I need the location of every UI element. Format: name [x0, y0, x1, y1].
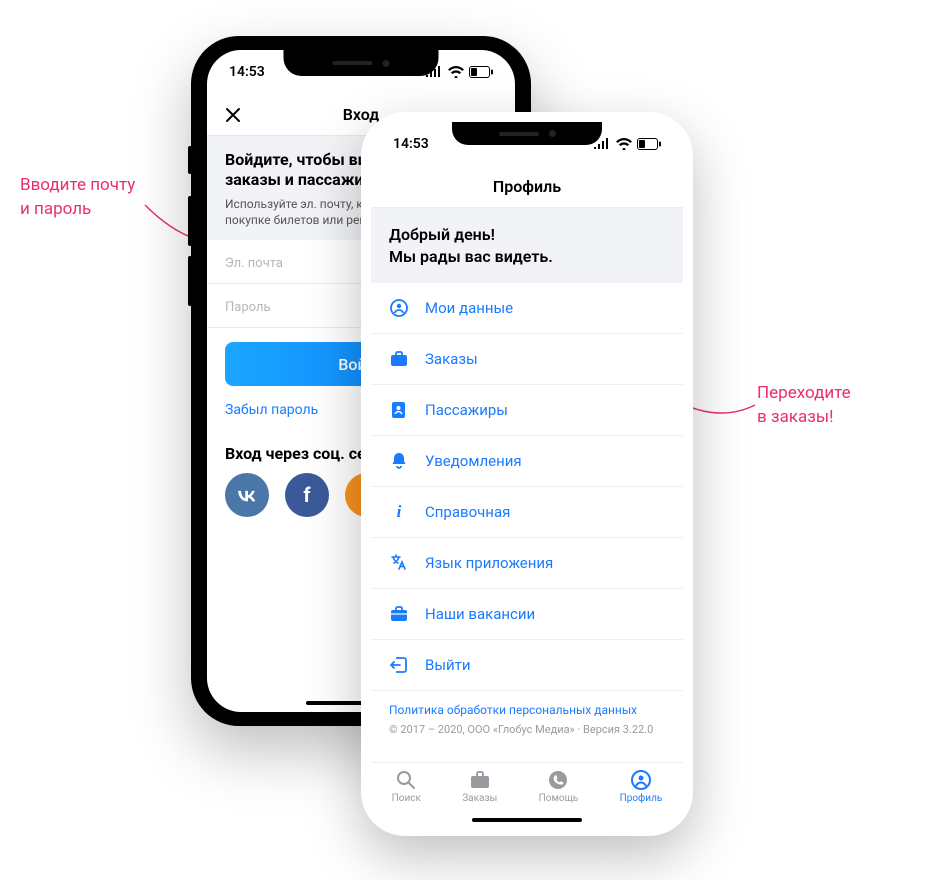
close-icon[interactable]	[225, 107, 241, 123]
tab-label: Помощь	[539, 793, 579, 804]
menu-item-my-data[interactable]: Мои данные	[371, 283, 683, 334]
user-circle-icon	[630, 769, 652, 791]
menu-item-jobs[interactable]: Наши вакансии	[371, 589, 683, 640]
menu-item-label: Язык приложения	[425, 554, 553, 572]
menu-item-label: Пассажиры	[425, 401, 508, 419]
tab-help[interactable]: Помощь	[539, 769, 579, 804]
menu-item-label: Справочная	[425, 503, 510, 521]
status-time: 14:53	[229, 64, 265, 80]
menu-item-label: Наши вакансии	[425, 605, 535, 623]
tab-label: Заказы	[462, 793, 497, 804]
status-time: 14:53	[393, 136, 429, 152]
forgot-password-link[interactable]: Забыл пароль	[225, 402, 318, 418]
tab-label: Профиль	[620, 793, 663, 804]
menu-item-label: Уведомления	[425, 452, 522, 470]
profile-navbar: Профиль	[371, 166, 683, 208]
greeting-line: Добрый день!	[389, 224, 665, 246]
menu-item-logout[interactable]: Выйти	[371, 640, 683, 691]
tab-bar: Поиск Заказы Помощь Профиль	[371, 762, 683, 826]
language-icon	[389, 553, 409, 573]
copyright-text: © 2017 – 2020, ООО «Глобус Медиа» · Верс…	[371, 721, 683, 744]
briefcase-icon	[389, 349, 409, 369]
callout-line: Вводите почту	[20, 174, 135, 198]
phone-side-button	[188, 146, 192, 174]
phone-notch	[452, 122, 602, 145]
home-indicator	[472, 818, 582, 822]
wifi-icon	[448, 66, 464, 78]
tab-search[interactable]: Поиск	[392, 769, 421, 804]
phone-profile: 14:53 Профиль Добрый день! Мы рады вас в…	[361, 112, 693, 836]
logout-icon	[389, 655, 409, 675]
login-title: Вход	[343, 105, 380, 124]
facebook-login-button[interactable]: f	[285, 473, 329, 517]
briefcase-icon	[469, 769, 491, 791]
menu-item-orders[interactable]: Заказы	[371, 334, 683, 385]
callout-line: и пароль	[20, 198, 135, 222]
search-icon	[395, 769, 417, 791]
menu-item-help[interactable]: i Справочная	[371, 487, 683, 538]
tab-orders[interactable]: Заказы	[462, 769, 497, 804]
callout-line: в заказы!	[757, 406, 851, 430]
phone-icon	[547, 769, 569, 791]
vk-login-button[interactable]	[225, 473, 269, 517]
menu-item-label: Заказы	[425, 350, 478, 368]
user-circle-icon	[389, 298, 409, 318]
menu-item-label: Выйти	[425, 656, 471, 674]
briefcase-outline-icon	[389, 604, 409, 624]
callout-line: Переходите	[757, 382, 851, 406]
menu-item-passengers[interactable]: Пассажиры	[371, 385, 683, 436]
tab-label: Поиск	[392, 793, 421, 804]
battery-icon	[637, 138, 661, 150]
phone-side-button	[188, 256, 192, 306]
info-icon: i	[389, 502, 409, 522]
profile-menu: Мои данные Заказы Пассажиры Уведомления	[371, 283, 683, 691]
battery-icon	[469, 66, 493, 78]
greeting-line: Мы рады вас видеть.	[389, 246, 665, 268]
wifi-icon	[616, 138, 632, 150]
callout-go-to-orders: Переходите в заказы!	[757, 382, 851, 430]
tab-profile[interactable]: Профиль	[620, 769, 663, 804]
phone-notch	[284, 50, 439, 76]
bell-icon	[389, 451, 409, 471]
address-book-icon	[389, 400, 409, 420]
menu-item-language[interactable]: Язык приложения	[371, 538, 683, 589]
profile-greeting: Добрый день! Мы рады вас видеть.	[371, 208, 683, 283]
phone-side-button	[188, 196, 192, 246]
menu-item-label: Мои данные	[425, 299, 513, 317]
menu-item-notifications[interactable]: Уведомления	[371, 436, 683, 487]
privacy-policy-link[interactable]: Политика обработки персональных данных	[371, 691, 683, 721]
profile-title: Профиль	[493, 177, 561, 196]
callout-email-password: Вводите почту и пароль	[20, 174, 135, 222]
